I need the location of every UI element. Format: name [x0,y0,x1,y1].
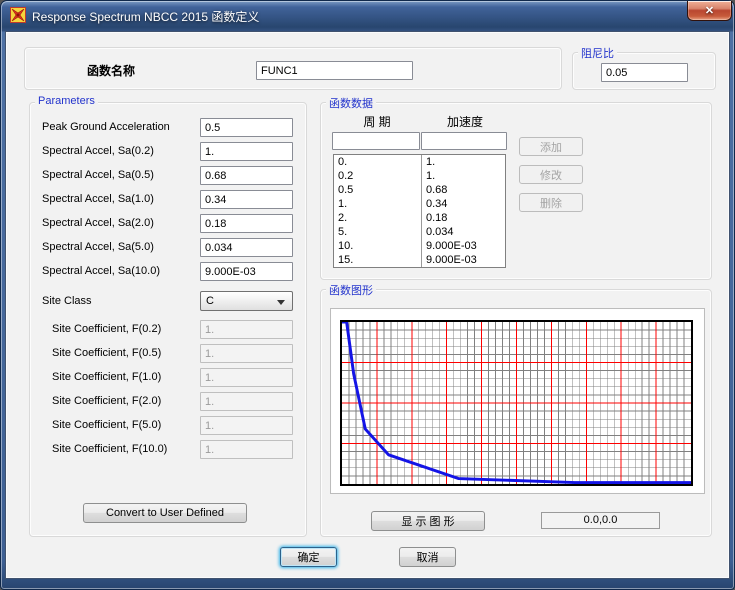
param-label: Spectral Accel, Sa(0.5) [42,169,154,181]
param-input-sa02[interactable] [200,142,293,161]
param-label: Spectral Accel, Sa(1.0) [42,193,154,205]
site-coeff-label: Site Coefficient, F(0.5) [52,347,161,359]
spectrum-plot[interactable] [340,320,693,486]
period-cell: 0.2 [334,169,422,183]
parameters-group-title: Parameters [35,95,98,107]
site-coeff-input-f100 [200,440,293,459]
table-row[interactable]: 0.21. [334,169,505,183]
function-name-label: 函数名称 [87,62,135,79]
site-class-select[interactable]: C [200,291,293,311]
function-data-group-title: 函数数据 [326,95,376,111]
period-cell: 15. [334,253,422,267]
site-coeff-input-f50 [200,416,293,435]
period-cell: 0.5 [334,183,422,197]
site-class-label: Site Class [42,295,92,307]
ok-button[interactable]: 确定 [280,547,337,567]
dialog-window: Response Spectrum NBCC 2015 函数定义 ✕ 函数名称 … [0,0,735,590]
site-coeff-label: Site Coefficient, F(10.0) [52,443,167,455]
window-title: Response Spectrum NBCC 2015 函数定义 [32,8,259,25]
accel-entry-input[interactable] [421,132,507,150]
period-cell: 10. [334,239,422,253]
site-coeff-label: Site Coefficient, F(0.2) [52,323,161,335]
param-input-pga[interactable] [200,118,293,137]
table-row[interactable]: 2.0.18 [334,211,505,225]
convert-to-user-defined-button[interactable]: Convert to User Defined [83,503,247,523]
function-graph-group: 函数图形 显 示 图 形 0.0,0.0 [320,289,712,537]
app-icon [10,7,26,23]
graph-panel[interactable] [330,308,705,494]
period-cell: 1. [334,197,422,211]
function-data-list[interactable]: 0.1. 0.21. 0.50.68 1.0.34 2.0.18 5.0.034… [333,154,506,268]
accel-cell: 0.68 [422,183,505,197]
accel-column-header: 加速度 [421,113,509,130]
site-coeff-input-f02 [200,320,293,339]
param-input-sa100[interactable] [200,262,293,281]
function-graph-group-title: 函数图形 [326,282,376,298]
site-coeff-label: Site Coefficient, F(5.0) [52,419,161,431]
damping-group: 阻尼比 [572,52,716,90]
param-input-sa10[interactable] [200,190,293,209]
param-label: Spectral Accel, Sa(2.0) [42,217,154,229]
period-cell: 0. [334,155,422,169]
function-data-group: 函数数据 周 期 加速度 0.1. 0.21. 0.50.68 1.0.34 2… [320,102,712,280]
accel-cell: 1. [422,155,505,169]
accel-cell: 0.18 [422,211,505,225]
table-row[interactable]: 10.9.000E-03 [334,239,505,253]
site-coeff-input-f05 [200,344,293,363]
dialog-client-area: 函数名称 阻尼比 Parameters Peak Ground Accelera… [5,31,730,579]
period-entry-input[interactable] [332,132,420,150]
chevron-down-icon [277,300,285,305]
modify-button[interactable]: 修改 [519,165,583,184]
table-row[interactable]: 0.1. [334,155,505,169]
damping-ratio-input[interactable] [601,63,688,82]
param-label: Peak Ground Acceleration [42,121,170,133]
site-coeff-label: Site Coefficient, F(2.0) [52,395,161,407]
param-input-sa50[interactable] [200,238,293,257]
accel-cell: 9.000E-03 [422,239,505,253]
period-column-header: 周 期 [333,113,421,130]
screen: Response Spectrum NBCC 2015 函数定义 ✕ 函数名称 … [0,0,735,590]
accel-cell: 1. [422,169,505,183]
param-input-sa05[interactable] [200,166,293,185]
function-name-group: 函数名称 [24,47,562,90]
damping-group-title: 阻尼比 [578,45,617,61]
param-input-sa20[interactable] [200,214,293,233]
titlebar[interactable]: Response Spectrum NBCC 2015 函数定义 ✕ [1,1,734,31]
param-label: Spectral Accel, Sa(0.2) [42,145,154,157]
delete-button[interactable]: 删除 [519,193,583,212]
parameters-group: Parameters Peak Ground Acceleration Spec… [29,102,307,537]
param-label: Spectral Accel, Sa(10.0) [42,265,160,277]
function-name-input[interactable] [256,61,413,80]
close-button[interactable]: ✕ [687,1,732,21]
accel-cell: 0.34 [422,197,505,211]
table-row[interactable]: 1.0.34 [334,197,505,211]
site-coeff-input-f20 [200,392,293,411]
table-row[interactable]: 15.9.000E-03 [334,253,505,267]
graph-coordinates-readout: 0.0,0.0 [541,512,660,529]
param-label: Spectral Accel, Sa(5.0) [42,241,154,253]
accel-cell: 9.000E-03 [422,253,505,267]
close-icon: ✕ [688,2,731,20]
show-graph-button[interactable]: 显 示 图 形 [371,511,485,531]
site-class-value: C [206,295,214,307]
cancel-button[interactable]: 取消 [399,547,456,567]
site-coeff-label: Site Coefficient, F(1.0) [52,371,161,383]
site-coeff-input-f10 [200,368,293,387]
add-button[interactable]: 添加 [519,137,583,156]
table-row[interactable]: 5.0.034 [334,225,505,239]
table-row[interactable]: 0.50.68 [334,183,505,197]
period-cell: 5. [334,225,422,239]
period-cell: 2. [334,211,422,225]
accel-cell: 0.034 [422,225,505,239]
